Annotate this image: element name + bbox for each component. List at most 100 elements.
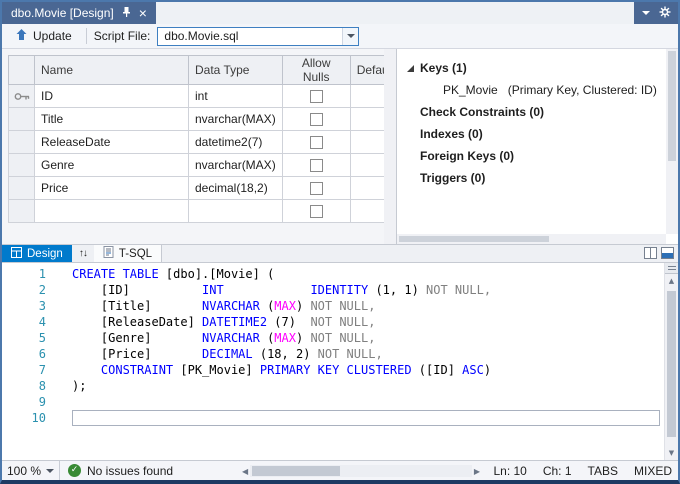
column-name-cell[interactable]: ID (35, 85, 189, 108)
row-selector[interactable] (9, 108, 35, 131)
code-line[interactable]: 9 (2, 394, 664, 410)
combo-dropdown-icon[interactable] (342, 28, 358, 45)
column-header[interactable]: Allow Nulls (282, 56, 350, 85)
sql-code[interactable]: 1CREATE TABLE [dbo].[Movie] (2 [ID] INT … (2, 263, 664, 460)
allow-nulls-checkbox[interactable] (310, 113, 323, 126)
table-row[interactable]: ReleaseDatedatetime2(7) (9, 131, 402, 154)
scroll-right-icon[interactable]: ▶ (474, 467, 480, 476)
health-indicator[interactable]: ✓ No issues found (68, 464, 173, 478)
data-type-cell[interactable]: nvarchar(MAX) (189, 154, 283, 177)
table-row[interactable]: Titlenvarchar(MAX) (9, 108, 402, 131)
data-type-cell[interactable]: decimal(18,2) (189, 177, 283, 200)
table-row[interactable]: Genrenvarchar(MAX) (9, 154, 402, 177)
keys-panel-hscroll-thumb[interactable] (399, 236, 549, 242)
keys-panel-hscrollbar[interactable] (397, 234, 666, 244)
tree-item[interactable]: Check Constraints (0) (407, 101, 678, 123)
scroll-left-icon[interactable]: ◀ (242, 467, 248, 476)
columns-grid: NameData TypeAllow NullsDefault IDintTit… (8, 55, 402, 223)
column-header[interactable]: Name (35, 56, 189, 85)
split-horizontal-icon[interactable] (661, 247, 674, 262)
status-tabs: TABS (588, 464, 618, 478)
row-selector[interactable] (9, 154, 35, 177)
allow-nulls-checkbox[interactable] (310, 182, 323, 195)
code-line[interactable]: 6 [Price] DECIMAL (18, 2) NOT NULL, (2, 346, 664, 362)
allow-nulls-cell[interactable] (282, 177, 350, 200)
editor-hscroll-thumb[interactable] (252, 466, 340, 476)
tree-item[interactable]: Triggers (0) (407, 167, 678, 189)
code-line[interactable]: 4 [ReleaseDate] DATETIME2 (7) NOT NULL, (2, 314, 664, 330)
data-type-cell[interactable] (189, 200, 283, 223)
column-name-cell[interactable]: Price (35, 177, 189, 200)
column-name-cell[interactable]: Title (35, 108, 189, 131)
code-line[interactable]: 10 (2, 410, 664, 426)
tree-child-item[interactable]: PK_Movie (Primary Key, Clustered: ID) (407, 79, 678, 101)
line-number: 3 (2, 298, 46, 314)
data-type-cell[interactable]: int (189, 85, 283, 108)
tab-design[interactable]: Design (2, 245, 72, 262)
keys-panel-vscrollbar[interactable] (666, 49, 678, 234)
allow-nulls-cell[interactable] (282, 131, 350, 154)
row-selector[interactable] (9, 131, 35, 154)
line-number: 5 (2, 330, 46, 346)
script-file-combobox[interactable]: dbo.Movie.sql (157, 27, 359, 46)
tree-item[interactable]: Keys (1) (407, 57, 678, 79)
pin-icon[interactable] (122, 6, 131, 21)
scroll-up-icon[interactable]: ▲ (665, 277, 678, 285)
swap-panes-button[interactable]: ↑↓ (72, 245, 94, 262)
gear-icon[interactable] (659, 6, 671, 21)
column-header[interactable]: Data Type (189, 56, 283, 85)
status-bar: 100 % ✓ No issues found ◀ ▶ Ln: 10 Ch: 1… (2, 460, 678, 480)
designer-main: NameData TypeAllow NullsDefault IDintTit… (2, 49, 678, 245)
keys-tree: Keys (1)PK_Movie (Primary Key, Clustered… (397, 49, 678, 189)
split-vertical-icon[interactable] (644, 247, 657, 262)
caret-position: Ln: 10 Ch: 1 TABS MIXED (493, 464, 672, 478)
expander-icon[interactable] (407, 65, 414, 72)
row-selector[interactable] (9, 85, 35, 108)
editor-splitter-handle[interactable] (665, 263, 678, 274)
table-row[interactable]: IDint (9, 85, 402, 108)
column-name-cell[interactable]: ReleaseDate (35, 131, 189, 154)
row-selector[interactable] (9, 177, 35, 200)
tree-item-label: Foreign Keys (0) (420, 149, 514, 163)
allow-nulls-checkbox[interactable] (310, 90, 323, 103)
code-line[interactable]: 1CREATE TABLE [dbo].[Movie] ( (2, 266, 664, 282)
grid-scrollbar[interactable] (384, 49, 396, 244)
table-row[interactable]: Pricedecimal(18,2) (9, 177, 402, 200)
keys-panel-vscroll-thumb[interactable] (668, 51, 676, 161)
document-tab[interactable]: dbo.Movie [Design] × (2, 2, 156, 24)
allow-nulls-cell[interactable] (282, 85, 350, 108)
data-type-cell[interactable]: datetime2(7) (189, 131, 283, 154)
chevron-down-icon[interactable] (642, 11, 650, 15)
allow-nulls-cell[interactable] (282, 154, 350, 177)
tab-tsql[interactable]: T-SQL (94, 245, 162, 262)
editor-hscroll-track[interactable] (250, 465, 472, 477)
editor-hscrollbar[interactable]: ◀ ▶ (242, 464, 480, 478)
data-type-cell[interactable]: nvarchar(MAX) (189, 108, 283, 131)
update-button[interactable]: Update (8, 26, 79, 46)
allow-nulls-cell[interactable] (282, 108, 350, 131)
tree-item-label: Triggers (0) (420, 171, 485, 185)
allow-nulls-checkbox[interactable] (310, 136, 323, 149)
editor-vscrollbar[interactable]: ▲ ▼ (664, 263, 678, 460)
tree-item[interactable]: Foreign Keys (0) (407, 145, 678, 167)
editor-vscroll-thumb[interactable] (667, 291, 676, 437)
column-name-cell[interactable]: Genre (35, 154, 189, 177)
close-icon[interactable]: × (139, 7, 147, 19)
row-selector[interactable] (9, 200, 35, 223)
table-row[interactable] (9, 200, 402, 223)
code-line[interactable]: 2 [ID] INT IDENTITY (1, 1) NOT NULL, (2, 282, 664, 298)
code-text: [Price] DECIMAL (18, 2) NOT NULL, (72, 346, 660, 362)
allow-nulls-cell[interactable] (282, 200, 350, 223)
zoom-control[interactable]: 100 % (2, 461, 60, 480)
code-text: CREATE TABLE [dbo].[Movie] ( (72, 266, 660, 282)
scroll-down-icon[interactable]: ▼ (665, 449, 678, 457)
code-line[interactable]: 8); (2, 378, 664, 394)
allow-nulls-checkbox[interactable] (310, 159, 323, 172)
code-line[interactable]: 3 [Title] NVARCHAR (MAX) NOT NULL, (2, 298, 664, 314)
allow-nulls-checkbox[interactable] (310, 205, 323, 218)
code-line[interactable]: 7 CONSTRAINT [PK_Movie] PRIMARY KEY CLUS… (2, 362, 664, 378)
column-name-cell[interactable] (35, 200, 189, 223)
tree-item[interactable]: Indexes (0) (407, 123, 678, 145)
status-mixed: MIXED (634, 464, 672, 478)
code-line[interactable]: 5 [Genre] NVARCHAR (MAX) NOT NULL, (2, 330, 664, 346)
